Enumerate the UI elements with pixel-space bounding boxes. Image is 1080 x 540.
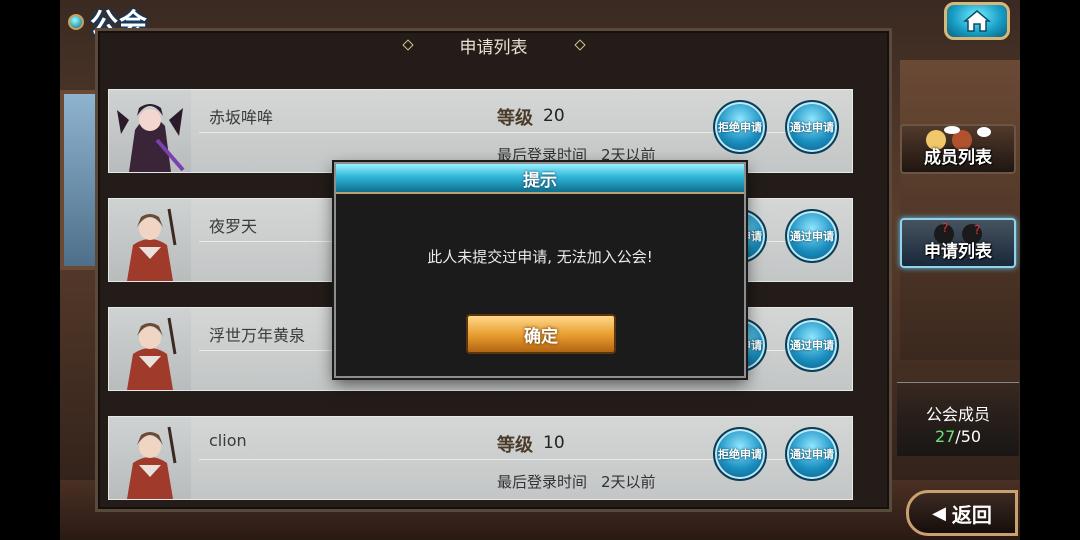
svg-text:?: ?	[974, 223, 980, 237]
applicant-name: 浮世万年黄泉	[209, 326, 306, 345]
back-arrow-icon: ◀	[932, 502, 946, 524]
applicant-name: 夜罗天	[209, 217, 258, 236]
gem-icon	[68, 14, 84, 30]
applicant-row: 赤坂哞哞 等级 20 最后登录时间 2天以前 拒绝申请 通过申请	[108, 89, 853, 173]
approve-application-button[interactable]: 通过申请	[785, 318, 839, 372]
applicant-portrait	[109, 417, 191, 499]
reject-application-button[interactable]: 拒绝申请	[713, 100, 767, 154]
background-shelf	[900, 60, 1020, 360]
panel-title: 申请列表	[459, 37, 528, 58]
diamond-ornament-icon	[573, 39, 586, 51]
panel-header: 申请列表	[98, 31, 889, 59]
applicant-portrait	[109, 199, 191, 281]
alert-dialog-header: 提示	[336, 164, 744, 194]
level-label: 等级	[497, 108, 533, 129]
alert-dialog-title: 提示	[523, 170, 557, 191]
home-button[interactable]	[944, 2, 1010, 40]
tab-member-list-label: 成员列表	[924, 148, 992, 168]
level-value: 20	[543, 106, 565, 126]
approve-application-button[interactable]: 通过申请	[785, 427, 839, 481]
tab-application-list[interactable]: ? ? 申请列表	[900, 218, 1016, 268]
background-window	[60, 90, 100, 270]
tab-member-list[interactable]: 成员列表	[900, 124, 1016, 174]
guild-member-count: 公会成员 27/50	[897, 382, 1019, 456]
approve-application-button[interactable]: 通过申请	[785, 209, 839, 263]
confirm-button[interactable]: 确定	[466, 314, 616, 354]
member-count-max: /50	[955, 427, 982, 446]
tab-application-list-label: 申请列表	[924, 242, 992, 262]
reject-application-button[interactable]: 拒绝申请	[713, 427, 767, 481]
home-icon	[963, 10, 991, 32]
row-divider	[199, 459, 789, 460]
approve-application-button[interactable]: 通过申请	[785, 100, 839, 154]
applicant-name: 赤坂哞哞	[209, 108, 274, 127]
applicant-row: clion 等级 10 最后登录时间 2天以前 拒绝申请 通过申请	[108, 416, 853, 500]
last-login-label: 最后登录时间	[497, 473, 588, 491]
member-count-current: 27	[934, 427, 956, 446]
row-divider	[199, 132, 789, 133]
diamond-ornament-icon	[401, 39, 414, 51]
applicant-name: clion	[209, 431, 247, 450]
member-count-value: 27/50	[897, 427, 1019, 446]
svg-text:?: ?	[942, 221, 948, 235]
applicant-portrait	[109, 90, 191, 172]
applicant-portrait	[109, 308, 191, 390]
level-label: 等级	[497, 435, 533, 456]
alert-dialog-message: 此人未提交过申请, 无法加入公会!	[427, 248, 653, 266]
level-value: 10	[543, 433, 565, 453]
alert-dialog: 提示 此人未提交过申请, 无法加入公会! 确定	[334, 162, 746, 378]
last-login-value: 2天以前	[601, 473, 656, 491]
member-count-label: 公会成员	[925, 405, 990, 424]
back-button[interactable]: ◀ 返回	[906, 490, 1018, 536]
back-button-label: 返回	[951, 502, 992, 527]
